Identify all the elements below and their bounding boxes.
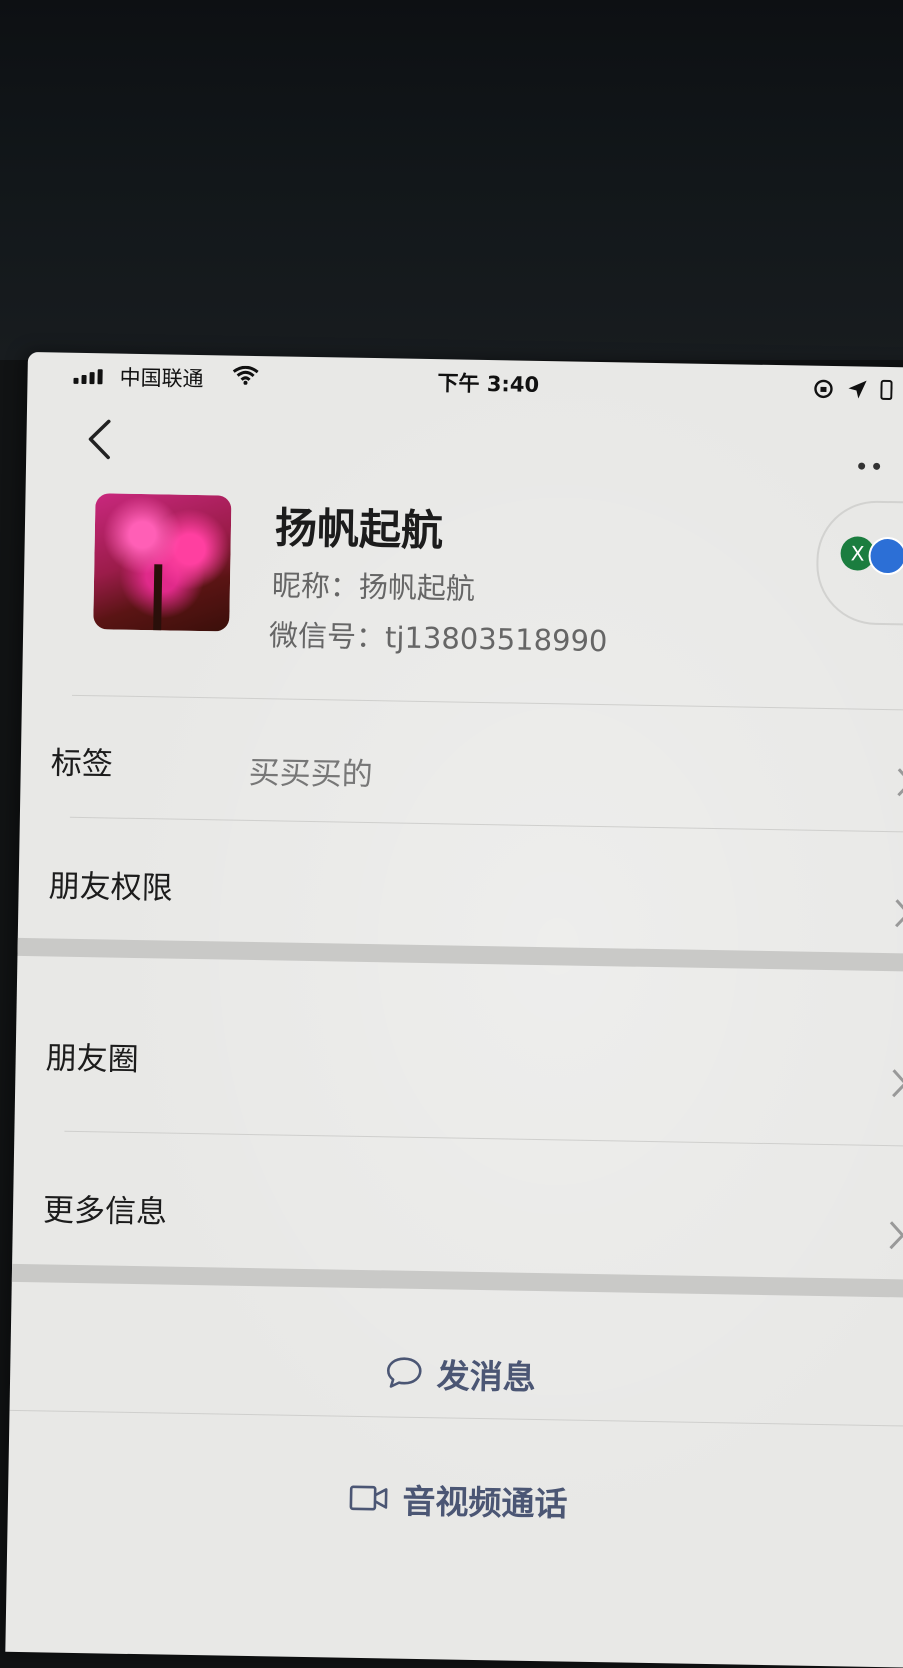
- dot-icon: [858, 462, 866, 470]
- divider: [9, 1409, 903, 1427]
- chevron-left-icon: [88, 419, 111, 460]
- more-info-label: 更多信息: [42, 1192, 168, 1231]
- background-dark: [0, 0, 903, 360]
- tags-row[interactable]: 标签 买买买的: [51, 737, 903, 797]
- nickname-text: 昵称：扬帆起航: [271, 568, 476, 606]
- moments-label: 朋友圈: [45, 1040, 139, 1079]
- chat-bubble-icon: [386, 1357, 422, 1388]
- chevron-right-icon: [889, 1221, 903, 1250]
- status-time: 下午 3:40: [437, 371, 540, 397]
- blue-badge-icon: [868, 536, 903, 576]
- video-camera-icon: [349, 1485, 388, 1511]
- divider: [64, 1130, 903, 1147]
- signal-icon: [73, 369, 103, 385]
- section-gap: [11, 1263, 903, 1298]
- tags-value: 买买买的: [248, 754, 373, 794]
- side-badge-group[interactable]: X: [815, 499, 903, 627]
- video-call-label: 音视频通话: [402, 1481, 568, 1524]
- divider: [69, 816, 903, 833]
- chevron-right-icon: [897, 768, 903, 797]
- more-info-row[interactable]: 更多信息: [43, 1184, 903, 1250]
- phone-screen: 中国联通 下午 3:40 扬帆起航 昵称：扬帆起航 微信号：tj13803518…: [5, 352, 903, 1668]
- dot-icon: [873, 462, 881, 470]
- contact-name: 扬帆起航: [274, 503, 444, 556]
- back-button[interactable]: [84, 417, 125, 468]
- avatar[interactable]: [93, 493, 232, 632]
- status-bar: 中国联通 下午 3:40: [27, 352, 903, 412]
- avatar-image-detail: [153, 564, 163, 631]
- chevron-right-icon: [895, 899, 903, 928]
- rotation-lock-icon: [814, 379, 833, 399]
- moments-row[interactable]: 朋友圈: [45, 1032, 903, 1098]
- friend-permissions-label: 朋友权限: [48, 868, 173, 907]
- send-message-button[interactable]: 发消息: [10, 1342, 903, 1406]
- divider: [72, 694, 903, 711]
- status-right-icons: [812, 378, 893, 401]
- location-icon: [848, 380, 867, 399]
- wifi-icon: [232, 365, 259, 391]
- battery-icon: [880, 379, 893, 401]
- video-call-button[interactable]: 音视频通话: [8, 1468, 903, 1532]
- section-gap: [17, 937, 903, 972]
- wechat-id-text: 微信号：tj13803518990: [268, 618, 608, 659]
- friend-permissions-row[interactable]: 朋友权限: [48, 860, 903, 928]
- carrier-name: 中国联通: [119, 365, 204, 392]
- send-message-label: 发消息: [436, 1356, 537, 1398]
- more-options-button[interactable]: [858, 462, 881, 470]
- chevron-right-icon: [892, 1069, 903, 1098]
- tags-label: 标签: [50, 745, 114, 783]
